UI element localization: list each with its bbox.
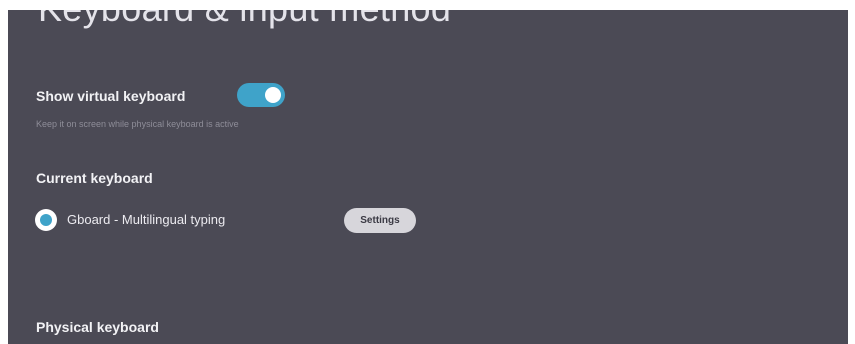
- show-virtual-keyboard-toggle[interactable]: [237, 83, 285, 107]
- virtual-keyboard-description: Keep it on screen while physical keyboar…: [36, 119, 239, 129]
- keyboard-option-label: Gboard - Multilingual typing: [67, 212, 226, 227]
- physical-keyboard-heading: Physical keyboard: [36, 319, 159, 335]
- page-title: Keyboard & input method: [38, 10, 451, 30]
- radio-selected-dot: [40, 214, 52, 226]
- current-keyboard-heading: Current keyboard: [36, 170, 153, 186]
- toggle-knob: [265, 87, 281, 103]
- show-virtual-keyboard-label: Show virtual keyboard: [36, 88, 186, 104]
- keyboard-radio-button[interactable]: [35, 209, 57, 231]
- settings-panel: Keyboard & input method Show virtual key…: [8, 10, 848, 344]
- keyboard-settings-button[interactable]: Settings: [344, 208, 416, 233]
